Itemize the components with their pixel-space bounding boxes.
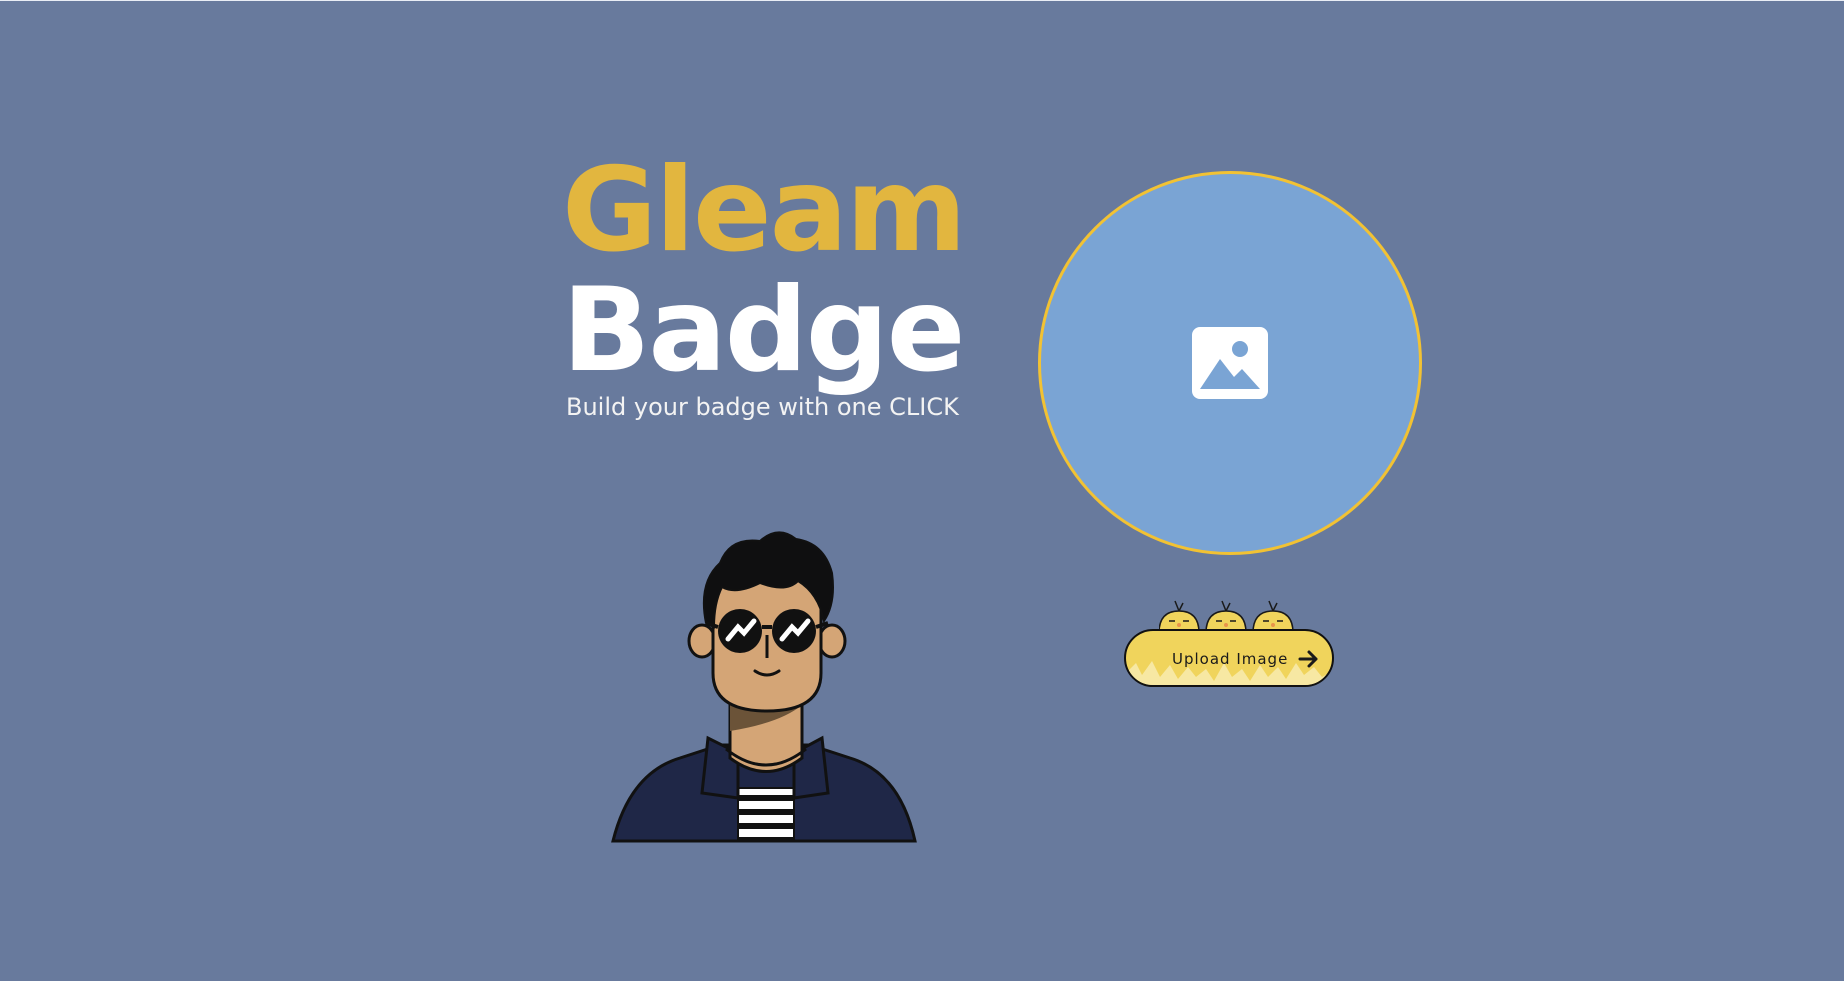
hero-block: Gleam Badge Build your badge with one CL… bbox=[562, 143, 992, 422]
image-placeholder-icon bbox=[1192, 327, 1268, 399]
upload-area: Upload Image bbox=[1124, 597, 1336, 691]
upload-image-button[interactable]: Upload Image bbox=[1124, 629, 1334, 687]
chick-decoration-icon bbox=[1159, 600, 1294, 633]
upload-label: Upload Image bbox=[1172, 650, 1289, 668]
avatar-illustration-icon bbox=[611, 531, 917, 843]
page: Gleam Badge Build your badge with one CL… bbox=[0, 0, 1844, 981]
title-badge: Badge bbox=[562, 263, 965, 398]
badge-preview[interactable] bbox=[1038, 171, 1422, 555]
arrow-right-icon bbox=[1298, 650, 1318, 668]
title-gleam: Gleam bbox=[562, 143, 967, 278]
subtitle: Build your badge with one CLICK bbox=[566, 393, 959, 421]
